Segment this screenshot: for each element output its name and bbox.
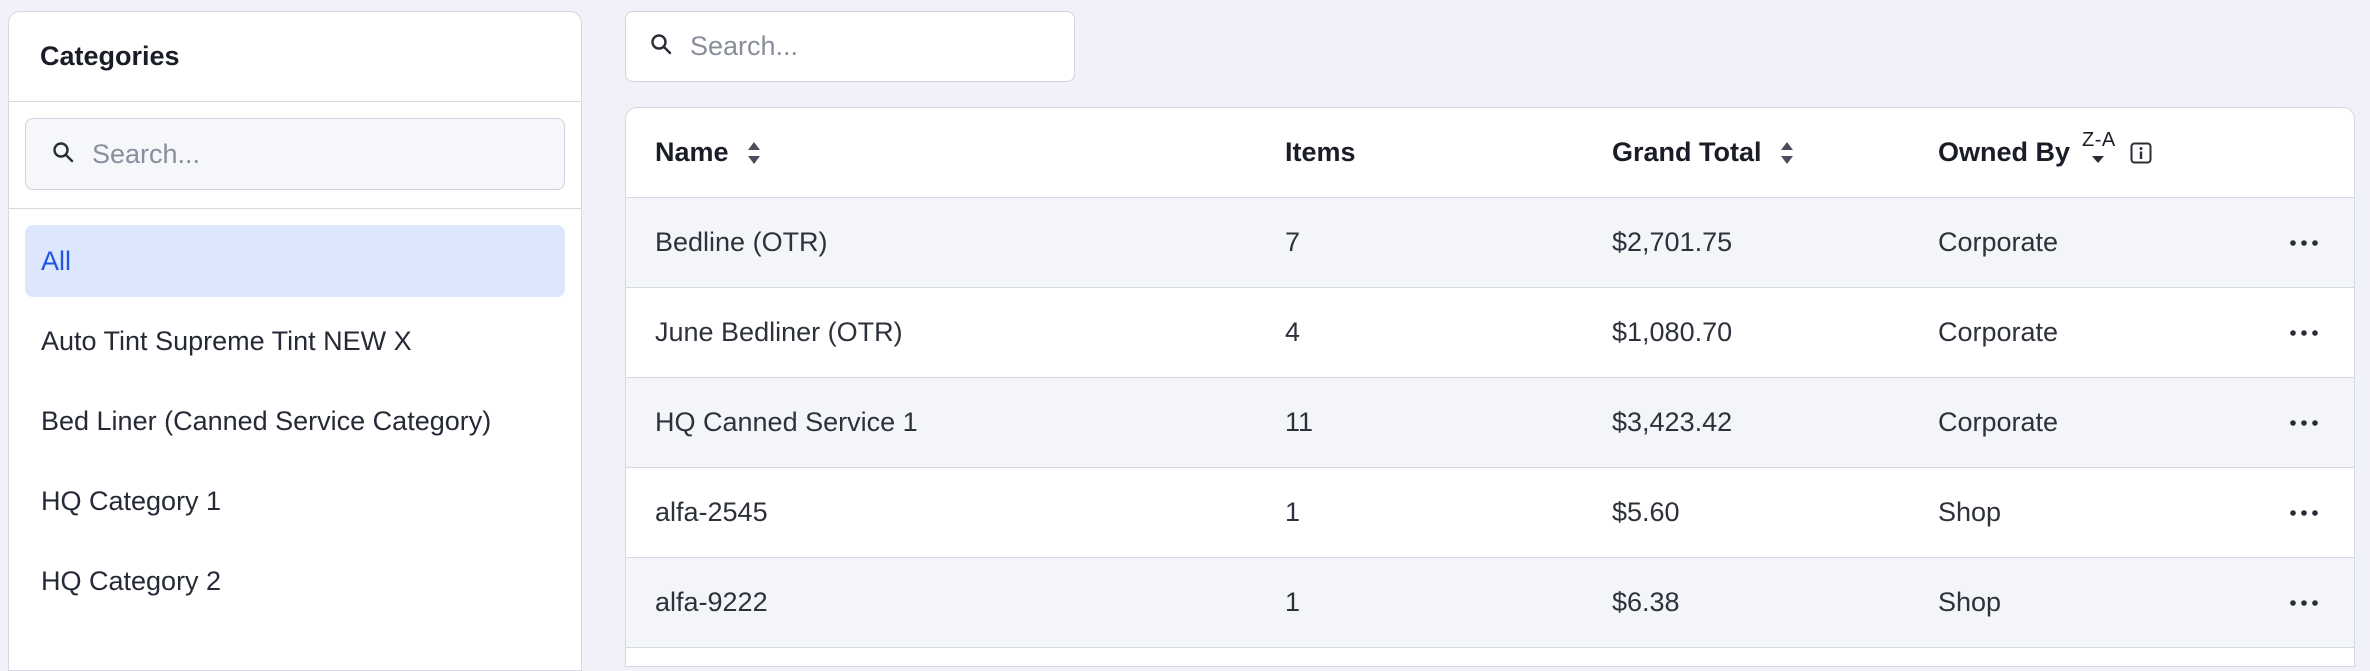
table-row[interactable]: Bedline (OTR) 7 $2,701.75 Corporate [626,198,2354,288]
sort-desc-icon[interactable]: Z-A [2082,129,2116,171]
category-item-all[interactable]: All [25,225,565,297]
more-horizontal-icon[interactable] [2284,378,2324,467]
cell-owned-by: Corporate [1938,227,2059,257]
cell-owned-by: Corporate [1938,317,2059,347]
category-item-bed-liner[interactable]: Bed Liner (Canned Service Category) [25,385,565,457]
cell-name: Bedline (OTR) [655,227,828,257]
cell-owned-by: Shop [1938,587,2002,617]
cell-name: alfa-2545 [655,497,768,527]
cell-items: 11 [1285,407,1314,437]
more-horizontal-icon[interactable] [2284,468,2324,557]
table-row[interactable]: June Bedliner (OTR) 4 $1,080.70 Corporat… [626,288,2354,378]
cell-owned-by: Shop [1938,497,2002,527]
category-item-auto-tint[interactable]: Auto Tint Supreme Tint NEW X [25,305,565,377]
cell-grand-total: $5.60 [1612,497,1680,527]
categories-search-container [9,102,581,209]
cell-grand-total: $1,080.70 [1612,317,1733,347]
cell-items: 7 [1285,227,1301,257]
table-row[interactable]: alfa-2545 1 $5.60 Shop [626,468,2354,558]
column-header-label: Grand Total [1612,137,1762,167]
column-header-owned-by[interactable]: Owned By Z-A [1938,129,2152,171]
category-item-label: Bed Liner (Canned Service Category) [41,405,492,436]
search-icon [650,33,672,60]
category-item-hq-category-1[interactable]: HQ Category 1 [25,465,565,537]
sort-direction-label: Z-A [2082,128,2116,151]
column-header-label: Owned By [1938,137,2071,167]
column-header-label: Items [1285,137,1356,167]
sort-icon[interactable] [747,140,761,166]
cell-items: 4 [1285,317,1301,347]
category-item-label: HQ Category 1 [41,485,222,516]
main-search-box [625,11,1075,82]
categories-panel: Categories All Auto Tint Supreme Tint NE… [8,11,582,671]
categories-search-input[interactable] [90,137,564,171]
main-search-input[interactable] [688,30,1074,63]
info-icon[interactable] [2130,142,2152,164]
table-row[interactable]: alfa-9222 1 $6.38 Shop [626,558,2354,648]
search-icon [52,141,74,168]
cell-grand-total: $6.38 [1612,587,1680,617]
category-item-label: All [41,245,72,276]
cell-name: HQ Canned Service 1 [655,407,918,437]
cell-name: alfa-9222 [655,587,768,617]
column-header-label: Name [655,137,729,167]
column-header-name[interactable]: Name [655,137,761,168]
table-header: Name Items Grand Total Owned By Z-A [626,108,2354,198]
cell-owned-by: Corporate [1938,407,2059,437]
cell-grand-total: $2,701.75 [1612,227,1733,257]
categories-search-box [25,118,565,190]
category-item-hq-category-2[interactable]: HQ Category 2 [25,545,565,617]
cell-items: 1 [1285,497,1301,527]
table-row[interactable]: HQ Canned Service 1 11 $3,423.42 Corpora… [626,378,2354,468]
more-horizontal-icon[interactable] [2284,198,2324,287]
more-horizontal-icon[interactable] [2284,288,2324,377]
column-header-items[interactable]: Items [1285,137,1356,168]
category-item-label: HQ Category 2 [41,565,222,596]
cell-name: June Bedliner (OTR) [655,317,903,347]
cell-items: 1 [1285,587,1301,617]
category-list: All Auto Tint Supreme Tint NEW X Bed Lin… [9,209,581,617]
category-item-label: Auto Tint Supreme Tint NEW X [41,325,412,356]
categories-title: Categories [9,12,581,102]
more-horizontal-icon[interactable] [2284,558,2324,647]
canned-services-table: Name Items Grand Total Owned By Z-A Bedl… [625,107,2355,667]
cell-grand-total: $3,423.42 [1612,407,1733,437]
column-header-grand-total[interactable]: Grand Total [1612,137,1794,168]
sort-icon[interactable] [1780,140,1794,166]
